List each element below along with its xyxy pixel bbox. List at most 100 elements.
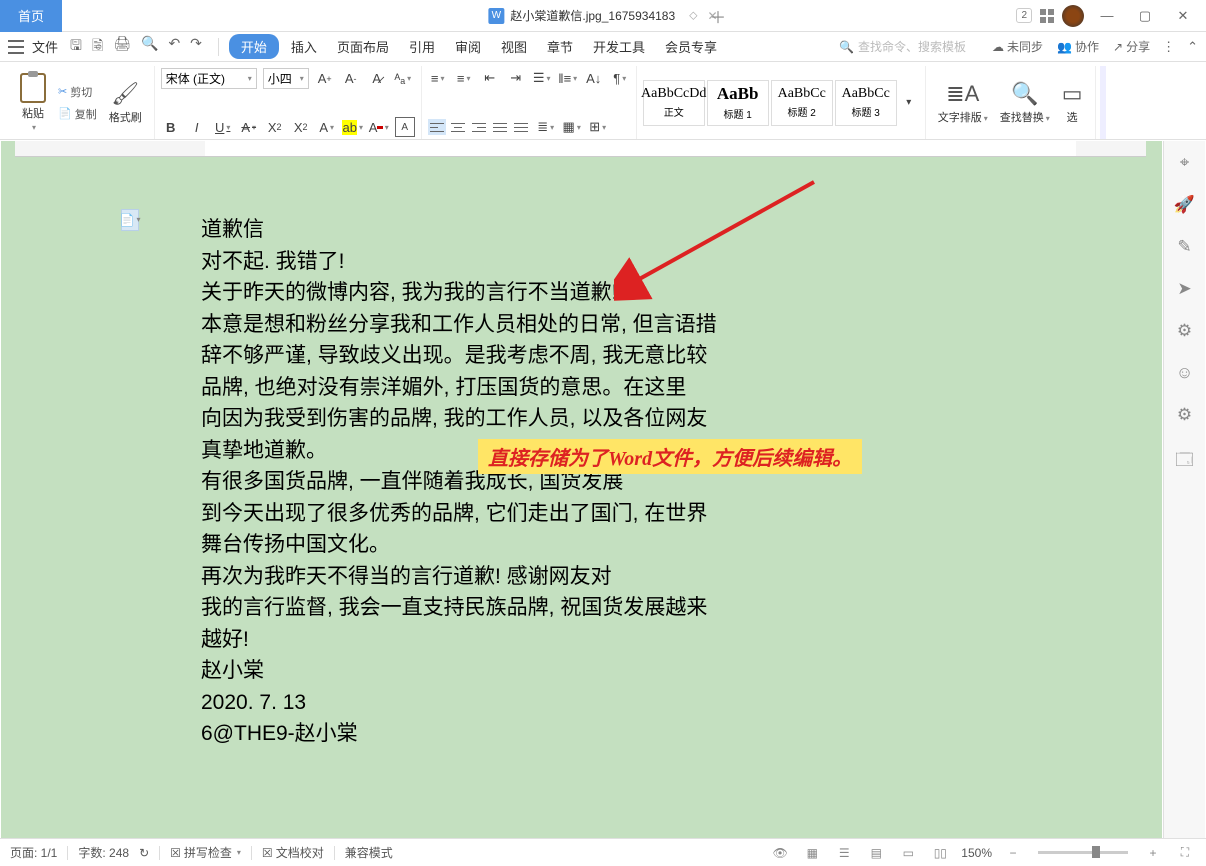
increase-font-icon[interactable]: A+ — [315, 69, 335, 89]
maximize-button[interactable]: ▢ — [1130, 5, 1160, 27]
style-body[interactable]: AaBbCcDd正文 — [643, 80, 705, 126]
doc-line[interactable]: 越好! — [201, 624, 960, 656]
style-heading1[interactable]: AaBb标题 1 — [707, 80, 769, 126]
gear-icon[interactable]: ⚙ — [1177, 405, 1192, 425]
select-button[interactable]: ▭ 选 — [1056, 81, 1089, 125]
italic-button[interactable]: I — [187, 117, 207, 137]
web-layout-icon[interactable]: ▤ — [865, 844, 887, 862]
subscript-button[interactable]: X2 — [291, 117, 311, 137]
page-icon[interactable]: 🗔 — [1175, 447, 1193, 476]
rocket-icon[interactable]: 🚀 — [1174, 195, 1195, 215]
fullscreen-icon[interactable]: ▭ — [897, 844, 919, 862]
borders-button[interactable]: ⊞▾ — [588, 117, 608, 137]
zoom-in-button[interactable]: + — [1142, 844, 1164, 862]
more-menu-icon[interactable]: ⋮ — [1162, 39, 1175, 55]
home-tab[interactable]: 首页 — [0, 0, 62, 32]
notification-badge[interactable]: 2 — [1016, 8, 1032, 23]
paste-button[interactable]: 粘贴▾ — [14, 73, 52, 132]
doc-line[interactable]: 向因为我受到伤害的品牌, 我的工作人员, 以及各位网友 — [201, 403, 960, 435]
sort-button[interactable]: A↓ — [584, 68, 604, 88]
styles-more-button[interactable]: ▾ — [899, 93, 919, 113]
text-layout-button[interactable]: ≣A 文字排版▾ — [932, 81, 994, 125]
underline-button[interactable]: U▾ — [213, 117, 233, 137]
text-direction-button[interactable]: ☰▾ — [532, 68, 552, 88]
page-break-marker[interactable]: 📄▾ — [121, 209, 139, 231]
document-tab[interactable]: W 赵小棠道歉信.jpg_1675934183 ⬦ ✕ — [488, 7, 717, 24]
settings-sliders-icon[interactable]: ⚙ — [1177, 321, 1192, 341]
word-count[interactable]: 字数: 248 — [78, 844, 129, 861]
style-heading2[interactable]: AaBbCc标题 2 — [771, 80, 833, 126]
pen-icon[interactable]: ✎ — [1177, 237, 1191, 257]
font-name-select[interactable]: 宋体 (正文)▾ — [161, 68, 257, 89]
show-marks-button[interactable]: ¶▾ — [610, 68, 630, 88]
line-spacing-button[interactable]: ‖≡▾ — [558, 68, 578, 88]
share-button[interactable]: ↗分享 — [1113, 38, 1150, 55]
spellcheck-toggle[interactable]: ☒拼写检查▾ — [170, 844, 241, 861]
doc-line[interactable]: 辞不够严谨, 导致歧义出现。是我考虑不周, 我无意比较 — [201, 340, 960, 372]
doc-line[interactable]: 关于昨天的微博内容, 我为我的言行不当道歉! — [201, 277, 960, 309]
doc-line[interactable]: 6@THE9-赵小棠 — [201, 718, 960, 750]
align-center-button[interactable] — [449, 119, 467, 135]
doc-line[interactable]: 我的言行监督, 我会一直支持民族品牌, 祝国货发展越来 — [201, 592, 960, 624]
doc-line[interactable]: 舞台传扬中国文化。 — [201, 529, 960, 561]
copy-button[interactable]: 📄复制 — [58, 106, 97, 122]
decrease-font-icon[interactable]: A- — [341, 69, 361, 89]
toolbox-icon[interactable]: ⌖ — [1180, 153, 1190, 173]
reading-mode-icon[interactable]: 👁 — [769, 844, 791, 862]
doc-line[interactable]: 本意是想和粉丝分享我和工作人员相处的日常, 但言语措 — [201, 309, 960, 341]
change-case-icon[interactable]: ᴬₐ▾ — [393, 69, 413, 89]
doc-line[interactable]: 品牌, 也绝对没有崇洋媚外, 打压国货的意思。在这里 — [201, 372, 960, 404]
collapse-ribbon-icon[interactable]: ⌃ — [1187, 39, 1198, 55]
unsync-button[interactable]: ☁未同步 — [992, 38, 1043, 55]
indent-settings-button[interactable]: ≣▾ — [536, 117, 556, 137]
align-distribute-button[interactable] — [512, 119, 530, 135]
print-layout-icon[interactable]: ▦ — [801, 844, 823, 862]
zoom-level[interactable]: 150% — [961, 846, 992, 860]
tab-dev-tools[interactable]: 开发工具 — [585, 33, 653, 60]
save-icon[interactable]: 🖫 — [70, 35, 82, 59]
zoom-thumb[interactable] — [1092, 846, 1100, 858]
emoji-icon[interactable]: ☺ — [1176, 363, 1193, 383]
print-preview-icon[interactable]: 🔍 — [141, 35, 158, 59]
file-menu[interactable]: 文件 — [32, 37, 58, 56]
doc-line[interactable]: 到今天出现了很多优秀的品牌, 它们走出了国门, 在世界 — [201, 498, 960, 530]
font-color-button[interactable]: A▾ — [369, 117, 389, 137]
horizontal-ruler[interactable] — [15, 141, 1146, 157]
decrease-indent-button[interactable]: ⇤ — [480, 68, 500, 88]
doc-line[interactable]: 赵小棠 — [201, 655, 960, 687]
command-search[interactable]: 🔍 查找命令、搜索模板 — [839, 38, 966, 55]
word-count-refresh-icon[interactable]: ↻ — [139, 846, 149, 860]
close-window-button[interactable]: ✕ — [1168, 5, 1198, 27]
bold-button[interactable]: B — [161, 117, 181, 137]
tab-start[interactable]: 开始 — [229, 34, 279, 59]
minimize-button[interactable]: — — [1092, 5, 1122, 27]
print-icon[interactable]: 🖨 — [113, 35, 131, 59]
tab-review[interactable]: 审阅 — [447, 33, 489, 60]
tab-references[interactable]: 引用 — [401, 33, 443, 60]
fit-page-icon[interactable]: ⛶ — [1174, 844, 1196, 862]
zoom-out-button[interactable]: − — [1002, 844, 1024, 862]
align-left-button[interactable] — [428, 119, 446, 135]
ribbon-expand-handle[interactable] — [1100, 66, 1106, 139]
new-tab-button[interactable]: ＋ — [710, 4, 726, 28]
doc-line[interactable]: 2020. 7. 13 — [201, 687, 960, 719]
page-indicator[interactable]: 页面: 1/1 — [10, 844, 57, 861]
bullets-button[interactable]: ≡▾ — [428, 68, 448, 88]
increase-indent-button[interactable]: ⇥ — [506, 68, 526, 88]
zoom-slider[interactable] — [1038, 851, 1128, 854]
tab-insert[interactable]: 插入 — [283, 33, 325, 60]
tab-view[interactable]: 视图 — [493, 33, 535, 60]
cursor-icon[interactable]: ➤ — [1177, 279, 1191, 299]
undo-icon[interactable]: ↶ — [168, 35, 180, 59]
pin-icon[interactable]: ⬦ — [689, 8, 697, 23]
text-effect-button[interactable]: A▾ — [317, 117, 337, 137]
align-justify-button[interactable] — [491, 119, 509, 135]
compat-mode[interactable]: 兼容模式 — [345, 844, 393, 861]
apps-grid-icon[interactable] — [1040, 9, 1054, 23]
document-page[interactable]: 📄▾ 道歉信 对不起. 我错了! 关于昨天的微博内容, 我为我的言行不当道歉! … — [15, 159, 1146, 838]
format-painter-button[interactable]: 🖌 格式刷 — [103, 81, 148, 125]
font-size-select[interactable]: 小四▾ — [263, 68, 309, 89]
side-by-side-icon[interactable]: ▯▯ — [929, 844, 951, 862]
proofread-toggle[interactable]: ☒文档校对 — [262, 844, 324, 861]
doc-line[interactable]: 再次为我昨天不得当的言行道歉! 感谢网友对 — [201, 561, 960, 593]
